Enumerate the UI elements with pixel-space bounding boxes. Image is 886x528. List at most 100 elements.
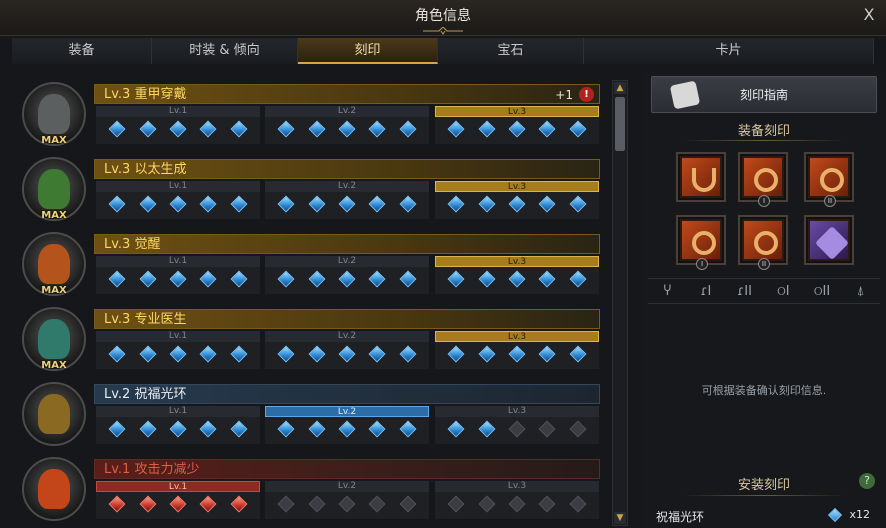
gem-icon	[108, 195, 126, 213]
gem-row	[265, 417, 429, 438]
level-segment: Lv.2	[265, 256, 429, 294]
level-label: Lv.1	[96, 406, 260, 417]
gem-row	[265, 117, 429, 138]
engraving-row[interactable]: MAX Lv.3 以太生成 Lv.1 Lv.2 Lv.3	[20, 155, 602, 223]
stone-filter-icon[interactable]: ⍋	[841, 279, 880, 303]
level-segment: Lv.1	[96, 406, 260, 444]
gem-icon	[199, 345, 217, 363]
level-label: Lv.3	[435, 481, 599, 492]
level-label: Lv.1	[96, 481, 260, 492]
scroll-up-icon[interactable]: ▲	[614, 82, 626, 94]
scroll-thumb[interactable]	[615, 97, 625, 151]
gem-icon	[368, 420, 386, 438]
engraving-name-bar: Lv.3 专业医生	[94, 309, 600, 329]
engraving-row[interactable]: MAX Lv.3 专业医生 Lv.1 Lv.2 Lv.3	[20, 305, 602, 373]
gem-icon	[277, 120, 295, 138]
jewel-shape	[754, 231, 778, 255]
gem-icon	[447, 120, 465, 138]
guide-label: 刻印指南	[739, 88, 788, 102]
gem-icon	[399, 120, 417, 138]
gem-icon	[368, 345, 386, 363]
gem-icon	[338, 420, 356, 438]
gem-row	[265, 492, 429, 513]
engraving-portrait-icon: MAX	[22, 82, 86, 146]
alert-icon[interactable]: !	[579, 87, 594, 102]
help-icon[interactable]: ?	[859, 473, 875, 489]
gem-icon	[338, 495, 356, 513]
gem-icon	[199, 420, 217, 438]
earring-slot[interactable]: I	[738, 152, 788, 207]
gem-icon	[308, 120, 326, 138]
close-button[interactable]: X	[860, 6, 878, 24]
ring2-filter-icon[interactable]: ଠII	[803, 279, 842, 303]
gem-row	[435, 417, 599, 438]
gem-icon	[569, 120, 587, 138]
scrollbar[interactable]: ▲ ▼	[612, 80, 628, 526]
gem-icon	[399, 495, 417, 513]
earring-slot[interactable]: II	[804, 152, 854, 207]
gem-row	[435, 342, 599, 363]
necklace-icon	[682, 158, 720, 196]
engraving-guide-button[interactable]: 刻印指南	[651, 76, 877, 113]
gem-icon	[508, 120, 526, 138]
gem-row	[435, 267, 599, 288]
earring-icon	[810, 158, 848, 196]
ring-slot[interactable]: II	[738, 215, 788, 270]
gem-icon	[139, 420, 157, 438]
gem-icon	[538, 345, 556, 363]
gem-icon	[199, 195, 217, 213]
gem-icon	[308, 495, 326, 513]
gem-icon	[508, 270, 526, 288]
gem-icon	[478, 495, 496, 513]
engraving-name: Lv.3 觉醒	[104, 237, 161, 252]
max-badge: MAX	[41, 360, 67, 371]
earring1-filter-icon[interactable]: ɾI	[687, 279, 726, 303]
gem-row	[265, 192, 429, 213]
earring-icon	[744, 158, 782, 196]
ring1-filter-icon[interactable]: ଠI	[764, 279, 803, 303]
level-segment: Lv.2	[265, 331, 429, 369]
gem-icon	[277, 270, 295, 288]
gem-icon	[338, 270, 356, 288]
gem-row	[435, 492, 599, 513]
gem-icon	[368, 495, 386, 513]
engraving-name-bar: Lv.3 觉醒	[94, 234, 600, 254]
engraving-name-bar: Lv.3 以太生成	[94, 159, 600, 179]
portrait-figure	[38, 169, 70, 209]
tab-engraving[interactable]: 刻印	[298, 38, 438, 64]
necklace-slot[interactable]	[676, 152, 726, 202]
level-segment: Lv.3	[435, 256, 599, 294]
tab-gems[interactable]: 宝石	[438, 38, 584, 64]
gem-icon	[538, 495, 556, 513]
gem-icon	[338, 195, 356, 213]
gem-icon	[569, 345, 587, 363]
gem-icon	[478, 120, 496, 138]
engraving-row[interactable]: MAX Lv.3 重甲穿戴 +1! Lv.1 Lv.2 Lv.3	[20, 80, 602, 148]
level-label: Lv.2	[265, 481, 429, 492]
engraving-row[interactable]: Lv.2 祝福光环 Lv.1 Lv.2 Lv.3	[20, 380, 602, 448]
info-note: 可根据装备确认刻印信息.	[701, 384, 827, 397]
scroll-down-icon[interactable]: ▼	[614, 512, 626, 524]
tab-costume[interactable]: 时装 & 倾向	[152, 38, 298, 64]
engraving-portrait-icon	[22, 457, 86, 521]
level-segment: Lv.2	[265, 106, 429, 144]
engraving-row[interactable]: Lv.1 攻击力减少 Lv.1 Lv.2 Lv.3	[20, 455, 602, 523]
gem-icon	[230, 495, 248, 513]
gem-icon	[399, 345, 417, 363]
stone-icon	[810, 221, 849, 260]
gem-icon	[169, 120, 187, 138]
level-segment: Lv.3	[435, 181, 599, 219]
engraving-name: Lv.1 攻击力减少	[104, 462, 200, 477]
slot-index: II	[824, 195, 836, 207]
gem-icon	[338, 345, 356, 363]
ring-slot[interactable]: I	[676, 215, 726, 270]
title-bar: 角色信息 X	[0, 0, 886, 36]
equip-engraving-header: 装备刻印	[737, 124, 790, 139]
tab-equipment[interactable]: 装备	[12, 38, 152, 64]
earring2-filter-icon[interactable]: ɾII	[725, 279, 764, 303]
necklace-filter-icon[interactable]: Ⴤ	[648, 279, 687, 303]
tab-cards[interactable]: 卡片	[584, 38, 874, 64]
engraving-row[interactable]: MAX Lv.3 觉醒 Lv.1 Lv.2 Lv.3	[20, 230, 602, 298]
stone-slot[interactable]	[804, 215, 854, 265]
gem-icon	[569, 270, 587, 288]
